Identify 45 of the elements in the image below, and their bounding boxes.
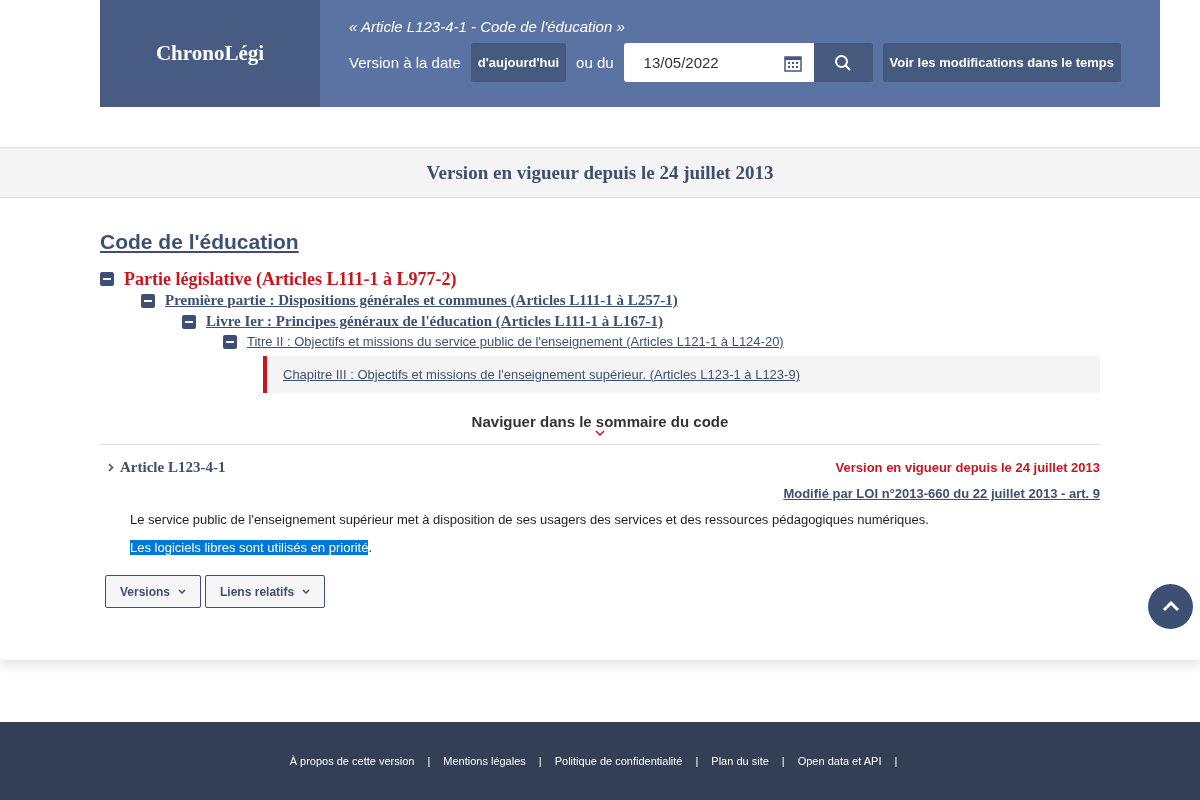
or-label: ou du bbox=[576, 54, 614, 71]
footer-separator: | bbox=[894, 755, 898, 767]
navigate-summary-button[interactable]: Naviguer dans le sommaire du code bbox=[471, 413, 729, 430]
modification-link[interactable]: Modifié par LOI n°2013-660 du 22 juillet 2013 - art. 9 bbox=[783, 486, 1100, 501]
tree-link[interactable]: Chapitre III : Objectifs et missions de l'enseignement supérieur. (Articles L123-1 à L123-9) bbox=[263, 356, 1100, 393]
footer-link[interactable]: Politique de confidentialité bbox=[554, 755, 683, 767]
changes-button[interactable]: Voir les modifications dans le temps bbox=[882, 43, 1122, 82]
footer-separator: | bbox=[427, 755, 431, 767]
footer-link[interactable]: Mentions légales bbox=[443, 755, 526, 767]
chevron-right-icon[interactable] bbox=[108, 463, 114, 472]
tree-link[interactable]: Titre II : Objectifs et missions du service public de l'enseignement (Articles L121-1 à L124-20) bbox=[247, 332, 784, 352]
collapse-icon[interactable] bbox=[100, 272, 114, 286]
search-icon bbox=[834, 53, 853, 72]
article-subtitle: « Article L123-4-1 - Code de l'éducation » bbox=[349, 18, 626, 35]
version-banner: Version en vigueur depuis le 24 juillet 2013 bbox=[0, 147, 1200, 198]
version-label: Version à la date bbox=[349, 54, 461, 71]
code-title[interactable]: Code de l'éducation bbox=[100, 230, 1100, 254]
footer-separator: | bbox=[538, 755, 542, 767]
collapse-icon[interactable] bbox=[182, 314, 196, 329]
caret-icon bbox=[302, 589, 311, 594]
search-button[interactable] bbox=[813, 43, 873, 82]
caret-icon bbox=[178, 589, 187, 594]
article-paragraph: Les logiciels libres sont utilisés en priorité. bbox=[130, 539, 374, 557]
chevron-down-icon[interactable] bbox=[595, 430, 605, 436]
today-button[interactable]: d'aujourd'hui bbox=[470, 43, 567, 82]
chevron-up-icon bbox=[1161, 601, 1180, 612]
footer-link[interactable]: Plan du site bbox=[711, 755, 769, 767]
footer-separator: | bbox=[695, 755, 699, 767]
article-paragraph: Le service public de l'enseignement supérieur met à disposition de ses usagers des services et des ressources pédagogiques numériques. bbox=[130, 511, 930, 529]
calendar-icon[interactable] bbox=[783, 54, 802, 72]
footer-link[interactable]: Open data et API bbox=[797, 755, 882, 767]
tree-link[interactable]: Livre Ier : Principes généraux de l'éducation (Articles L111-1 à L167-1) bbox=[206, 311, 663, 332]
site-logo[interactable]: ChronoLégi bbox=[100, 0, 320, 107]
footer-link[interactable]: À propos de cette version bbox=[289, 755, 415, 767]
date-field[interactable]: 13/05/2022 bbox=[623, 43, 814, 82]
collapse-icon[interactable] bbox=[223, 335, 237, 349]
back-to-top-button[interactable] bbox=[1148, 584, 1193, 629]
tree-link[interactable]: Première partie : Dispositions générales et communes (Articles L111-1 à L257-1) bbox=[165, 290, 678, 311]
article-title[interactable]: Article L123-4-1 bbox=[120, 459, 226, 476]
tree-link[interactable]: Partie législative (Articles L111-1 à L977-2) bbox=[124, 268, 457, 290]
dropdown-button[interactable]: Liens relatifs bbox=[205, 575, 326, 608]
collapse-icon[interactable] bbox=[141, 293, 155, 308]
footer-separator: | bbox=[781, 755, 785, 767]
dropdown-button[interactable]: Versions bbox=[105, 575, 202, 608]
article-status: Version en vigueur depuis le 24 juillet 2013 bbox=[835, 460, 1100, 475]
